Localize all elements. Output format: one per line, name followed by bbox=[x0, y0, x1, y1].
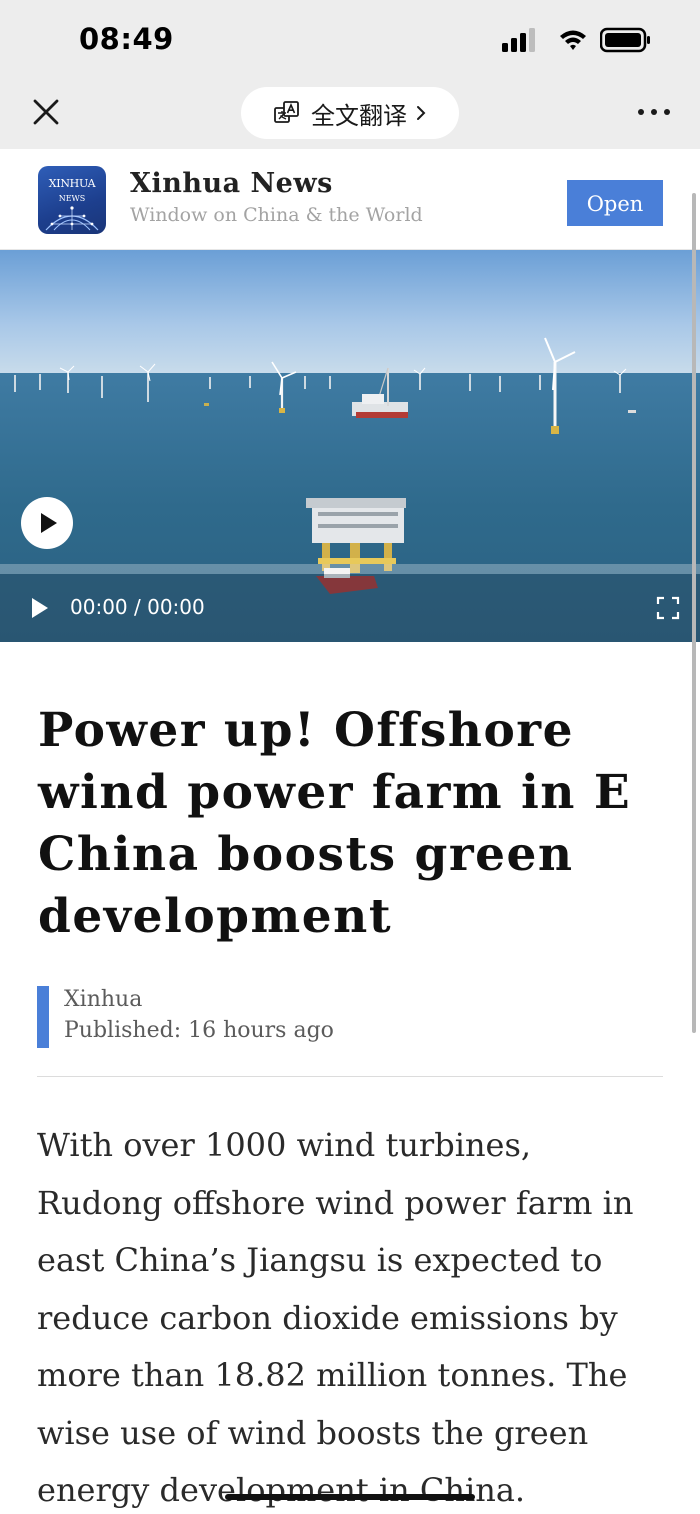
article-body: With over 1000 wind turbines, Rudong off… bbox=[37, 1126, 634, 1509]
divider bbox=[37, 1076, 663, 1077]
fullscreen-button[interactable] bbox=[656, 596, 680, 624]
close-icon bbox=[33, 99, 59, 125]
wifi-icon bbox=[560, 30, 586, 50]
more-options-button[interactable] bbox=[636, 100, 672, 124]
article-published-time: Published: 16 hours ago bbox=[64, 1018, 334, 1043]
article-author: Xinhua bbox=[64, 987, 143, 1012]
open-app-button[interactable]: Open bbox=[567, 180, 663, 226]
publisher-name: Xinhua News bbox=[130, 168, 333, 199]
logo-text: XINHUA bbox=[48, 177, 96, 190]
article-title: Power up! Offshore wind power farm in E … bbox=[38, 703, 632, 944]
more-icon bbox=[638, 109, 670, 115]
video-progress-track[interactable] bbox=[0, 564, 700, 574]
globe-network-icon bbox=[45, 206, 99, 231]
publisher-banner: XINHUA NEWS Xinhua News Window on China … bbox=[0, 149, 700, 250]
byline: Xinhua Published: 16 hours ago bbox=[37, 985, 663, 1049]
chevron-right-icon bbox=[415, 104, 427, 122]
byline-accent-bar bbox=[37, 986, 49, 1048]
signal-icon bbox=[502, 28, 535, 52]
scrollbar[interactable] bbox=[692, 193, 696, 1033]
play-icon bbox=[32, 598, 48, 618]
status-bar: 08:49 bbox=[0, 0, 700, 82]
translate-label: 全文翻译 bbox=[311, 101, 407, 130]
browser-nav-bar: 全文翻译 bbox=[0, 82, 700, 149]
xinhua-logo: XINHUA NEWS bbox=[38, 166, 106, 234]
control-play-button[interactable] bbox=[30, 596, 50, 624]
video-player[interactable]: 00:00 / 00:00 bbox=[0, 250, 700, 642]
home-indicator[interactable] bbox=[225, 1494, 475, 1500]
translate-full-text-button[interactable]: 全文翻译 bbox=[241, 87, 459, 139]
video-time: 00:00 / 00:00 bbox=[70, 595, 205, 619]
video-play-button[interactable] bbox=[21, 497, 73, 549]
fullscreen-icon bbox=[656, 596, 680, 620]
logo-subtext: NEWS bbox=[58, 194, 86, 203]
publisher-tagline: Window on China & the World bbox=[130, 204, 423, 226]
status-time: 08:49 bbox=[79, 22, 174, 56]
play-icon bbox=[41, 513, 57, 533]
close-button[interactable] bbox=[28, 94, 64, 130]
video-control-bar: 00:00 / 00:00 bbox=[0, 574, 700, 642]
battery-icon bbox=[600, 27, 650, 53]
translate-icon bbox=[273, 99, 301, 127]
